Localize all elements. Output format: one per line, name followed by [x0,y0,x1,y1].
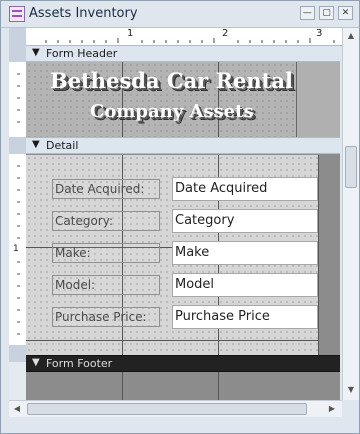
detail-section: Date Acquired: Date Acquired Category: C… [26,155,340,355]
assets-inventory-window: Assets Inventory — ▢ ✕ 1 2 3 1 ▼ Form He… [0,0,360,434]
detail-label: Detail [46,139,79,152]
form-selector[interactable] [9,28,26,45]
minimize-button[interactable]: — [300,6,315,20]
ruler-ticks [45,38,335,43]
form-icon [9,6,25,22]
header-ruler-segment [9,62,26,137]
header-section-selector[interactable] [9,45,26,62]
section-arrow-icon: ▼ [32,139,40,150]
form-header-label: Form Header [46,47,118,60]
footer-section-selector[interactable] [9,345,26,362]
detail-section-selector[interactable] [9,137,26,154]
window-bottom-edge [1,417,359,433]
scrollbar-corner [342,400,359,417]
date-acquired-label[interactable]: Date Acquired: [52,179,160,199]
ruler-mark-2: 2 [222,28,229,39]
form-design-surface: ▼ Form Header Bethesda Car Rental Compan… [26,45,340,400]
purchase-price-label[interactable]: Purchase Price: [52,307,160,327]
scroll-right-arrow-icon[interactable]: ▶ [326,403,338,415]
detail-bar[interactable]: ▼ Detail [26,137,340,154]
category-label[interactable]: Category: [52,211,160,231]
vertical-ruler[interactable]: 1 [9,45,26,400]
scroll-left-arrow-icon[interactable]: ◀ [11,403,23,415]
form-footer-label: Form Footer [46,357,113,370]
close-button[interactable]: ✕ [338,6,353,20]
purchase-price-field[interactable]: Purchase Price [172,305,318,329]
horizontal-scrollbar[interactable]: ◀ ▶ [9,400,342,417]
horizontal-ruler[interactable]: 1 2 3 [26,28,342,46]
make-label[interactable]: Make: [52,243,160,263]
vertical-scrollbar[interactable]: ▲ ▼ [342,28,359,400]
detail-ruler-segment: 1 [9,154,26,355]
left-ruler-mark-1: 1 [13,244,19,254]
vertical-scroll-thumb[interactable] [345,146,357,188]
section-arrow-icon: ▼ [32,47,40,58]
form-footer-section [26,372,340,400]
form-header-bar[interactable]: ▼ Form Header [26,45,340,62]
model-field[interactable]: Model [172,273,318,297]
scroll-down-arrow-icon[interactable]: ▼ [345,384,357,396]
window-title: Assets Inventory [29,6,138,21]
category-field[interactable]: Category [172,209,318,233]
restore-button[interactable]: ▢ [319,6,334,20]
company-name-label[interactable]: Bethesda Car Rental [50,68,293,93]
scroll-up-arrow-icon[interactable]: ▲ [345,30,357,42]
horizontal-scroll-thumb[interactable] [27,403,307,415]
company-assets-label[interactable]: Company Assets [90,101,254,122]
title-bar: Assets Inventory — ▢ ✕ [1,1,359,28]
section-arrow-icon: ▼ [32,357,40,368]
ruler-mark-1: 1 [127,28,134,39]
date-acquired-field[interactable]: Date Acquired [172,177,318,201]
form-footer-bar[interactable]: ▼ Form Footer [26,355,340,372]
model-label[interactable]: Model: [52,275,160,295]
make-field[interactable]: Make [172,241,318,265]
ruler-mark-3: 3 [316,28,323,39]
form-header-section: Bethesda Car Rental Company Assets [26,62,340,137]
